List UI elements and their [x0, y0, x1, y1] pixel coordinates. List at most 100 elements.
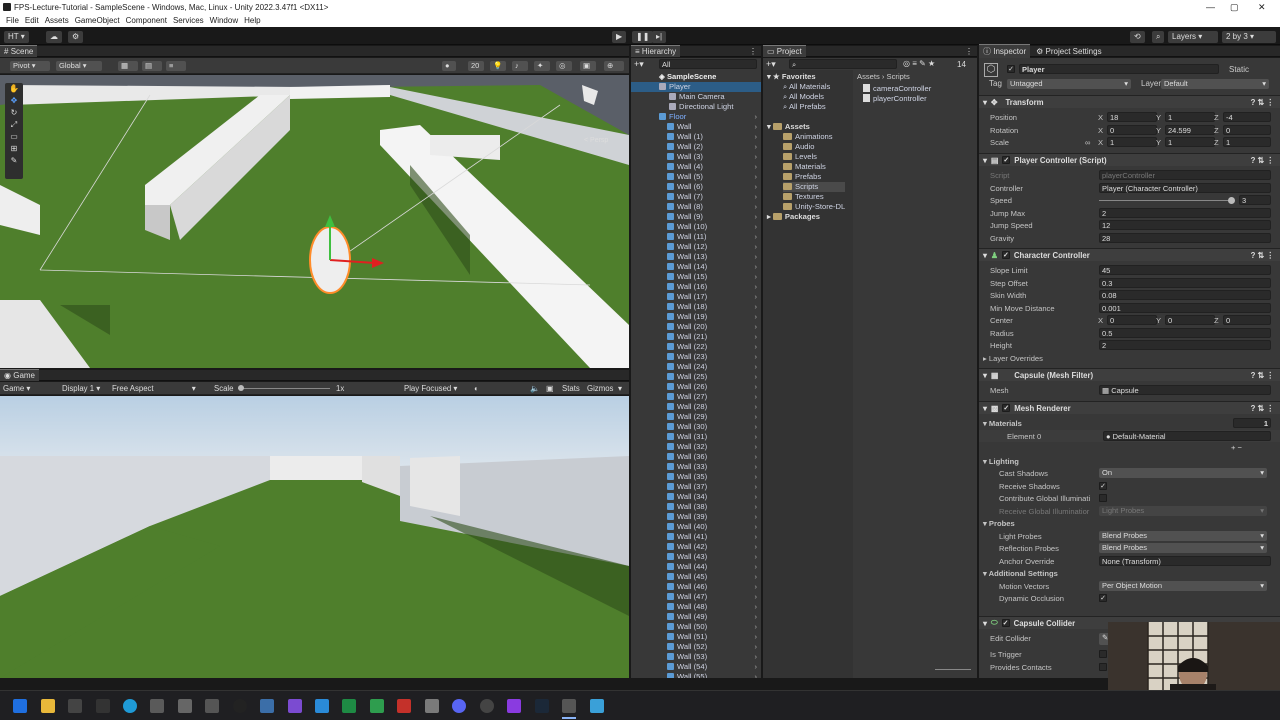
- folder-item[interactable]: Audio: [783, 142, 845, 152]
- steam-icon[interactable]: [535, 699, 549, 713]
- custom-tool-icon[interactable]: ✎: [5, 155, 23, 167]
- chevron-right-icon[interactable]: ›: [754, 182, 757, 191]
- chevron-right-icon[interactable]: ›: [754, 532, 757, 541]
- hierarchy-item-wall[interactable]: Wall (25) ›: [631, 372, 761, 382]
- chevron-right-icon[interactable]: ›: [754, 432, 757, 441]
- chevron-right-icon[interactable]: ›: [754, 602, 757, 611]
- hierarchy-item-wall[interactable]: Wall (26) ›: [631, 382, 761, 392]
- hierarchy-item-wall[interactable]: Wall (6) ›: [631, 182, 761, 192]
- chevron-right-icon[interactable]: ›: [754, 192, 757, 201]
- tab-project[interactable]: ▭ Project: [763, 45, 806, 57]
- speed-slider-handle[interactable]: [1228, 197, 1235, 204]
- player-controller-enabled-checkbox[interactable]: ✓: [1002, 156, 1011, 164]
- is-trigger-checkbox[interactable]: [1099, 650, 1107, 658]
- menu-gameobject[interactable]: GameObject: [75, 16, 120, 25]
- hierarchy-item-wall[interactable]: Wall (16) ›: [631, 282, 761, 292]
- account-button[interactable]: HT ▾: [4, 31, 29, 43]
- chevron-right-icon[interactable]: ›: [754, 402, 757, 411]
- app-icon[interactable]: [507, 699, 521, 713]
- chevron-right-icon[interactable]: ›: [754, 122, 757, 131]
- app-icon[interactable]: [370, 699, 384, 713]
- chevron-right-icon[interactable]: ›: [754, 672, 757, 678]
- position-x-field[interactable]: 18: [1107, 112, 1157, 122]
- hierarchy-item-wall[interactable]: Wall (41) ›: [631, 532, 761, 542]
- folder-item[interactable]: Prefabs: [783, 172, 845, 182]
- layer-overrides-row[interactable]: ▸ Layer Overrides: [979, 352, 1280, 365]
- menu-services[interactable]: Services: [173, 16, 204, 25]
- contribute-gi-checkbox[interactable]: [1099, 494, 1107, 502]
- tab-scene[interactable]: # Scene: [0, 45, 38, 57]
- file-item[interactable]: cameraController: [863, 84, 931, 94]
- anchor-override-field[interactable]: None (Transform): [1099, 555, 1271, 566]
- breadcrumb-assets[interactable]: Assets: [857, 72, 880, 81]
- reflection-probes-dropdown[interactable]: Blend Probes ▾: [1099, 543, 1267, 553]
- link-icon[interactable]: ∞: [1085, 138, 1090, 147]
- cloud-icon[interactable]: ☁: [46, 31, 62, 43]
- hierarchy-item-wall[interactable]: Wall (42) ›: [631, 542, 761, 552]
- chevron-right-icon[interactable]: ›: [754, 322, 757, 331]
- character-controller-enabled-checkbox[interactable]: ✓: [1001, 251, 1010, 259]
- chevron-right-icon[interactable]: ›: [754, 162, 757, 171]
- chevron-right-icon[interactable]: ›: [754, 592, 757, 601]
- position-y-field[interactable]: 1: [1165, 112, 1215, 122]
- file-item[interactable]: playerController: [863, 94, 931, 104]
- chevron-right-icon[interactable]: ›: [754, 372, 757, 381]
- hierarchy-item-wall[interactable]: Wall (21) ›: [631, 332, 761, 342]
- mute-icon[interactable]: 🔈: [530, 384, 540, 393]
- hierarchy-item-wall[interactable]: Wall (40) ›: [631, 522, 761, 532]
- receive-shadows-checkbox[interactable]: ✓: [1099, 481, 1107, 490]
- pivot-dropdown[interactable]: Pivot ▾: [10, 61, 50, 71]
- stats-button[interactable]: Stats: [562, 384, 580, 393]
- layout-dropdown[interactable]: 2 by 3 ▾: [1222, 31, 1276, 43]
- element0-field[interactable]: ● Default-Material: [1103, 430, 1271, 441]
- move-tool-icon[interactable]: ✥: [5, 95, 23, 107]
- chevron-right-icon[interactable]: ›: [754, 212, 757, 221]
- list-add-remove-icon[interactable]: + −: [1231, 443, 1242, 452]
- hand-tool-icon[interactable]: ✋: [5, 83, 23, 95]
- chevron-right-icon[interactable]: ›: [754, 242, 757, 251]
- chevron-right-icon[interactable]: ›: [754, 662, 757, 671]
- mesh-renderer-header[interactable]: ▾ ▩ ✓ Mesh Renderer ? ⇅ ⋮: [979, 401, 1280, 414]
- display-dropdown[interactable]: Display 1 ▾: [62, 384, 100, 393]
- tab-hierarchy[interactable]: ≡ Hierarchy: [631, 45, 681, 57]
- hierarchy-item-wall[interactable]: Wall (47) ›: [631, 592, 761, 602]
- hierarchy-item-wall[interactable]: Wall (7) ›: [631, 192, 761, 202]
- transform-header[interactable]: ▾ ✥ Transform ? ⇅ ⋮: [979, 95, 1280, 108]
- component-menu-icon[interactable]: ? ⇅ ⋮: [1251, 371, 1274, 380]
- hierarchy-item[interactable]: Floor ›: [631, 112, 761, 122]
- property-field[interactable]: 0.001: [1099, 302, 1271, 313]
- materials-row[interactable]: ▾ Materials 1: [979, 417, 1280, 430]
- center-y-field[interactable]: 0: [1165, 315, 1215, 325]
- object-name-input[interactable]: Player: [1019, 64, 1219, 74]
- icon-size-slider[interactable]: [935, 669, 971, 670]
- visual-studio-icon[interactable]: [288, 699, 302, 713]
- store-icon[interactable]: [178, 699, 192, 713]
- hierarchy-item-wall[interactable]: Wall (5) ›: [631, 172, 761, 182]
- grid-icon[interactable]: ▤: [142, 61, 162, 71]
- chevron-right-icon[interactable]: ›: [754, 652, 757, 661]
- folder-item[interactable]: Materials: [783, 162, 845, 172]
- hierarchy-item-wall[interactable]: Wall (33) ›: [631, 462, 761, 472]
- hierarchy-item-wall[interactable]: Wall (38) ›: [631, 502, 761, 512]
- chevron-right-icon[interactable]: ›: [754, 232, 757, 241]
- play-focused-dropdown[interactable]: Play Focused ▾: [404, 384, 457, 393]
- unity-icon[interactable]: [562, 699, 576, 713]
- chevron-right-icon[interactable]: ›: [754, 332, 757, 341]
- discord-icon[interactable]: [452, 699, 466, 713]
- global-dropdown[interactable]: Global ▾: [56, 61, 102, 71]
- hierarchy-item-wall[interactable]: Wall (20) ›: [631, 322, 761, 332]
- increment-icon[interactable]: ≡: [166, 61, 186, 71]
- hierarchy-item-wall[interactable]: Wall (39) ›: [631, 512, 761, 522]
- hierarchy-item-wall[interactable]: Wall (51) ›: [631, 632, 761, 642]
- search-icon[interactable]: ⌕: [1152, 31, 1165, 43]
- hierarchy-item-wall[interactable]: Wall (17) ›: [631, 292, 761, 302]
- dynamic-occlusion-checkbox[interactable]: ✓: [1099, 594, 1107, 602]
- step-button[interactable]: ▸|: [652, 31, 667, 43]
- mesh-field[interactable]: ▦ Capsule: [1099, 385, 1271, 395]
- materials-count-field[interactable]: 1: [1233, 418, 1271, 428]
- edge-icon[interactable]: [123, 699, 137, 713]
- hierarchy-item-wall[interactable]: Wall (55) ›: [631, 672, 761, 678]
- project-menu-icon[interactable]: ⋮: [965, 47, 973, 56]
- audio-icon[interactable]: ♪: [512, 61, 528, 71]
- additional-settings-section[interactable]: ▾ Additional Settings: [979, 567, 1280, 580]
